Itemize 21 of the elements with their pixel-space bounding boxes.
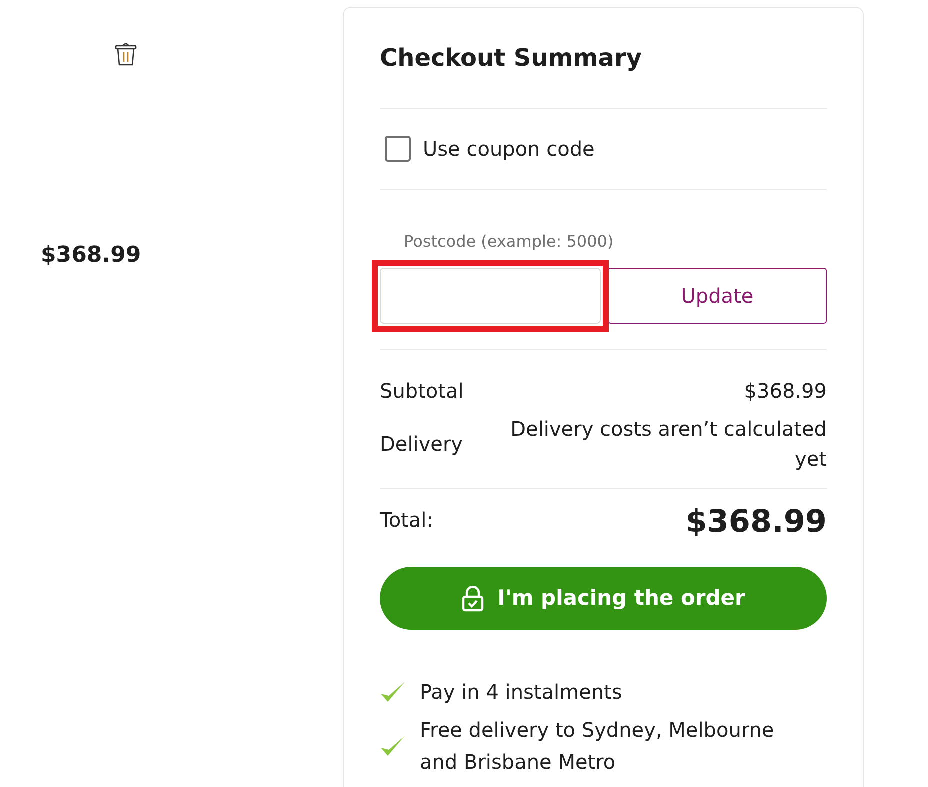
item-price: $368.99 [41, 242, 142, 270]
update-button[interactable]: Update [608, 268, 827, 324]
postcode-field[interactable] [380, 268, 601, 324]
feature-text: Free delivery to Sydney, Melbourne and Brisbane Metro [420, 717, 776, 776]
summary-line-label: Subtotal [380, 378, 464, 405]
lock-icon [462, 586, 484, 612]
coupon-checkbox[interactable] [385, 136, 411, 162]
summary-title: Checkout Summary [380, 43, 643, 74]
coupon-checkbox-row[interactable]: Use coupon code [380, 109, 827, 189]
summary-line-value: Delivery costs aren’t calculated yet [510, 416, 827, 473]
total-label: Total: [380, 507, 434, 534]
postcode-label: Postcode (example: 5000) [403, 231, 615, 252]
coupon-label: Use coupon code [423, 136, 595, 163]
summary-line-label: Delivery [380, 431, 464, 458]
total-value: $368.99 [686, 502, 827, 542]
check-icon [380, 734, 406, 758]
feature-text: Pay in 4 instalments [420, 679, 624, 706]
place-order-button[interactable]: I'm placing the order [380, 567, 827, 630]
check-icon [380, 680, 406, 704]
summary-line-value: $368.99 [744, 378, 827, 405]
trash-icon[interactable] [115, 42, 137, 67]
